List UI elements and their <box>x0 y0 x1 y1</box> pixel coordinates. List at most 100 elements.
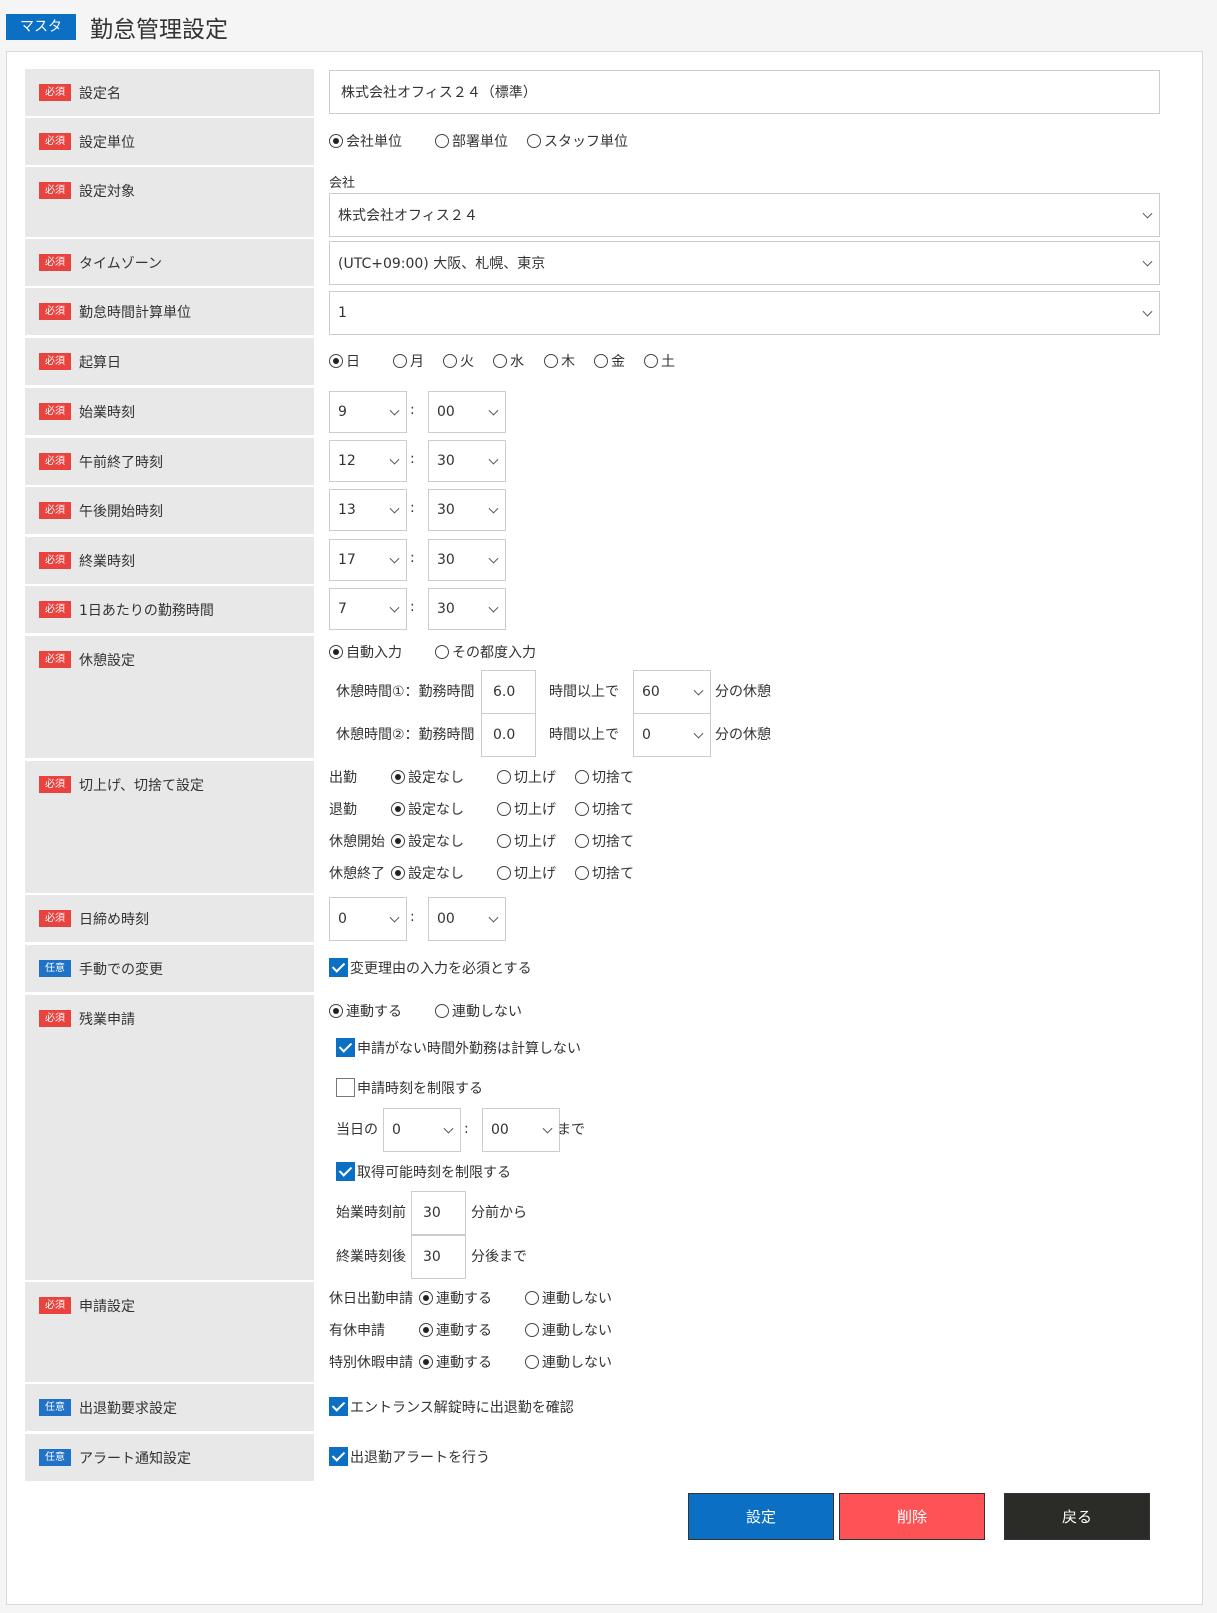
label-timezone: タイムゾーン <box>79 256 163 272</box>
target-select[interactable]: 株式会社オフィス２４ <box>329 193 1160 237</box>
checkbox-checked-icon <box>329 1447 348 1466</box>
chevron-down-icon <box>389 503 400 514</box>
radio-sun[interactable]: 日 <box>329 353 360 371</box>
row-setting-unit: 必須 設定単位 会社単位 部署単位 スタッフ単位 <box>25 118 1186 165</box>
ot-day-label: 当日の <box>336 1122 378 1138</box>
radio-rounding-none[interactable]: 設定なし <box>391 801 464 819</box>
break1-mid-text: 時間以上で <box>549 684 619 700</box>
checkbox-require-reason[interactable]: 変更理由の入力を必須とする <box>329 958 532 978</box>
radio-wed[interactable]: 水 <box>493 353 524 371</box>
row-overtime: 必須 残業申請 連動する 連動しない 申請がない時間外勤務は計算しない 申請時刻を… <box>25 995 1186 1280</box>
radio-tue[interactable]: 火 <box>443 353 474 371</box>
chevron-down-icon <box>1142 208 1153 219</box>
end-minute-select[interactable]: 30 <box>428 539 506 581</box>
radio-rounding-none[interactable]: 設定なし <box>391 833 464 851</box>
radio-ot-nolink[interactable]: 連動しない <box>435 1003 522 1021</box>
back-button[interactable]: 戻る <box>1004 1493 1150 1540</box>
daily-hour-select[interactable]: 7 <box>329 588 407 630</box>
optional-badge: 任意 <box>39 1449 71 1466</box>
calc-unit-select[interactable]: 1 <box>329 291 1160 335</box>
radio-company-unit[interactable]: 会社単位 <box>329 133 402 151</box>
daily-minute-select[interactable]: 30 <box>428 588 506 630</box>
radio-apply-link[interactable]: 連動する <box>419 1354 492 1372</box>
colon: : <box>410 599 415 615</box>
radio-rounding-none[interactable]: 設定なし <box>391 769 464 787</box>
radio-break-each[interactable]: その都度入力 <box>435 644 536 662</box>
row-rounding: 必須 切上げ、切捨て設定 出勤 設定なし 切上げ 切捨て 退勤 設定なし 切上げ … <box>25 761 1186 893</box>
ot-hour-select[interactable]: 0 <box>383 1108 461 1152</box>
row-timezone: 必須 タイムゾーン (UTC+09:00) 大阪、札幌、東京 <box>25 239 1186 286</box>
start-minute-select[interactable]: 00 <box>428 391 506 433</box>
radio-fri[interactable]: 金 <box>594 353 625 371</box>
radio-ot-link[interactable]: 連動する <box>329 1003 402 1021</box>
radio-staff-unit[interactable]: スタッフ単位 <box>527 133 628 151</box>
row-break-settings: 必須 休憩設定 自動入力 その都度入力 休憩時間①：勤務時間 6.0 時間以上で … <box>25 636 1186 758</box>
am-end-hour-select[interactable]: 12 <box>329 440 407 482</box>
radio-apply-nolink[interactable]: 連動しない <box>525 1290 612 1308</box>
break2-tail-text: 分の休憩 <box>715 727 771 743</box>
radio-rounding-down[interactable]: 切捨て <box>575 833 634 851</box>
ot-after-input[interactable]: 30 <box>411 1235 466 1279</box>
ot-before-input[interactable]: 30 <box>411 1191 466 1235</box>
radio-apply-link[interactable]: 連動する <box>419 1322 492 1340</box>
break2-minutes-select[interactable]: 0 <box>633 713 711 757</box>
radio-apply-nolink[interactable]: 連動しない <box>525 1322 612 1340</box>
required-badge: 必須 <box>39 303 71 320</box>
checkbox-entrance-confirm[interactable]: エントランス解錠時に出退勤を確認 <box>329 1397 574 1417</box>
radio-mon[interactable]: 月 <box>393 353 424 371</box>
required-badge: 必須 <box>39 182 71 199</box>
timezone-select[interactable]: (UTC+09:00) 大阪、札幌、東京 <box>329 241 1160 285</box>
ot-before-label: 始業時刻前 <box>336 1205 406 1221</box>
ot-after-tail: 分後まで <box>471 1249 527 1265</box>
end-hour-select[interactable]: 17 <box>329 539 407 581</box>
break1-minutes-select[interactable]: 60 <box>633 670 711 714</box>
optional-badge: 任意 <box>39 960 71 977</box>
row-start-time: 必須 始業時刻 9 : 00 <box>25 388 1186 435</box>
checkbox-ot-acquire-limit[interactable]: 取得可能時刻を制限する <box>336 1162 511 1182</box>
radio-break-auto[interactable]: 自動入力 <box>329 644 402 662</box>
checkbox-ot-no-calc[interactable]: 申請がない時間外勤務は計算しない <box>336 1038 581 1058</box>
radio-rounding-down[interactable]: 切捨て <box>575 865 634 883</box>
break2-hours-input[interactable]: 0.0 <box>481 713 536 757</box>
settings-form: 必須 設定名 株式会社オフィス２４（標準） 必須 設定単位 会社単位 部署単位 スタ… <box>6 51 1203 1605</box>
pm-start-minute-select[interactable]: 30 <box>428 489 506 531</box>
close-hour-select[interactable]: 0 <box>329 897 407 941</box>
radio-rounding-down[interactable]: 切捨て <box>575 801 634 819</box>
rounding-row-label: 退勤 <box>329 802 357 818</box>
radio-rounding-up[interactable]: 切上げ <box>497 865 556 883</box>
required-badge: 必須 <box>39 254 71 271</box>
apply-row-label: 特別休暇申請 <box>329 1355 413 1371</box>
radio-thu[interactable]: 木 <box>544 353 575 371</box>
start-hour-select[interactable]: 9 <box>329 391 407 433</box>
checkbox-checked-icon <box>329 1397 348 1416</box>
radio-sat[interactable]: 土 <box>644 353 675 371</box>
pm-start-hour-select[interactable]: 13 <box>329 489 407 531</box>
checkbox-alert[interactable]: 出退勤アラートを行う <box>329 1447 490 1467</box>
radio-apply-nolink[interactable]: 連動しない <box>525 1354 612 1372</box>
break1-hours-input[interactable]: 6.0 <box>481 670 536 714</box>
radio-rounding-up[interactable]: 切上げ <box>497 801 556 819</box>
required-badge: 必須 <box>39 601 71 618</box>
am-end-minute-select[interactable]: 30 <box>428 440 506 482</box>
radio-rounding-up[interactable]: 切上げ <box>497 769 556 787</box>
checkbox-ot-limit-time[interactable]: 申請時刻を制限する <box>336 1078 483 1098</box>
chevron-down-icon <box>389 553 400 564</box>
radio-rounding-none[interactable]: 設定なし <box>391 865 464 883</box>
radio-apply-link[interactable]: 連動する <box>419 1290 492 1308</box>
setting-name-input[interactable]: 株式会社オフィス２４（標準） <box>329 70 1160 114</box>
ot-minute-select[interactable]: 00 <box>482 1108 560 1152</box>
save-button[interactable]: 設定 <box>688 1493 834 1540</box>
row-daily-hours: 必須 1日あたりの勤務時間 7 : 30 <box>25 586 1186 633</box>
radio-rounding-up[interactable]: 切上げ <box>497 833 556 851</box>
label-start-time: 始業時刻 <box>79 405 135 421</box>
delete-button[interactable]: 削除 <box>839 1493 985 1540</box>
required-badge: 必須 <box>39 910 71 927</box>
close-minute-select[interactable]: 00 <box>428 897 506 941</box>
colon: : <box>410 451 415 467</box>
row-pm-start-time: 必須 午後開始時刻 13 : 30 <box>25 487 1186 534</box>
label-entry: 出退勤要求設定 <box>79 1401 177 1417</box>
label-daily-hours: 1日あたりの勤務時間 <box>79 603 214 619</box>
radio-dept-unit[interactable]: 部署単位 <box>435 133 508 151</box>
chevron-down-icon <box>389 405 400 416</box>
radio-rounding-down[interactable]: 切捨て <box>575 769 634 787</box>
